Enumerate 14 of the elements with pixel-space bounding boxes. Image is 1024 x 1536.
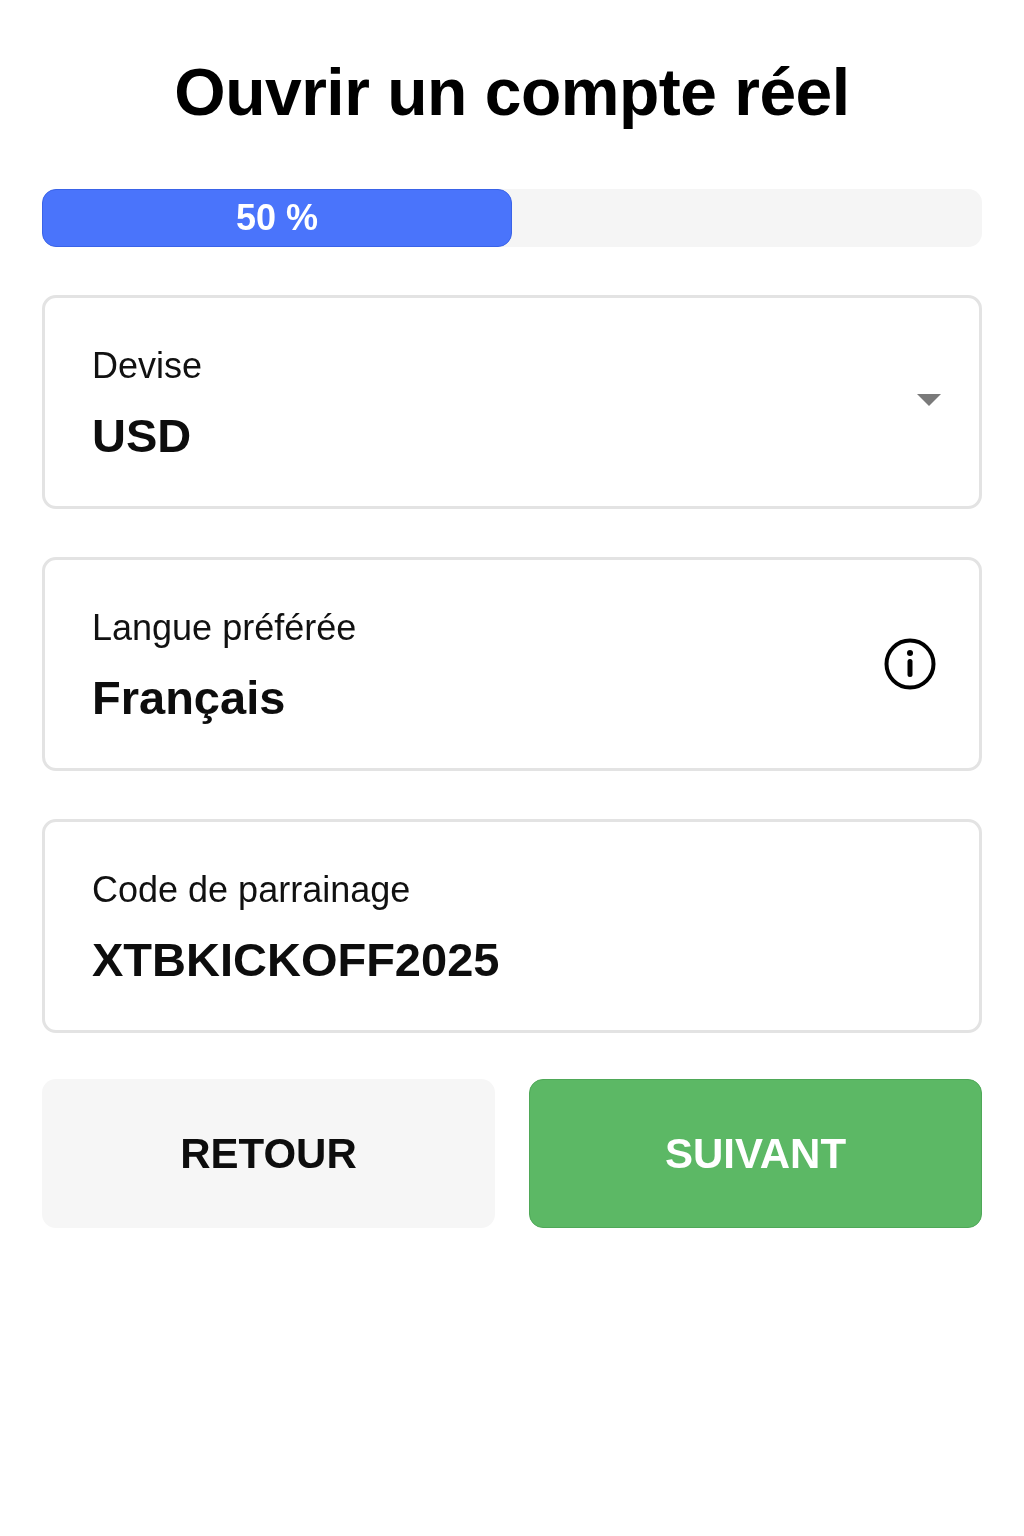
field-value: XTBKICKOFF2025 bbox=[92, 934, 501, 986]
referral-code-field[interactable]: Code de parrainage XTBKICKOFF2025 bbox=[42, 819, 982, 1033]
language-field[interactable]: Langue préférée Français bbox=[42, 557, 982, 771]
page-title: Ouvrir un compte réel bbox=[173, 54, 851, 131]
field-label: Code de parrainage bbox=[92, 868, 412, 912]
back-button[interactable]: RETOUR bbox=[42, 1079, 495, 1228]
field-label: Langue préférée bbox=[92, 606, 358, 650]
field-label: Devise bbox=[92, 344, 204, 388]
currency-select[interactable]: Devise USD bbox=[42, 295, 982, 509]
dropdown-caret-icon bbox=[917, 394, 941, 406]
field-value: USD bbox=[92, 410, 193, 462]
info-icon[interactable] bbox=[884, 638, 936, 690]
progress-percentage: 50 % bbox=[235, 200, 319, 236]
field-value: Français bbox=[92, 672, 287, 724]
